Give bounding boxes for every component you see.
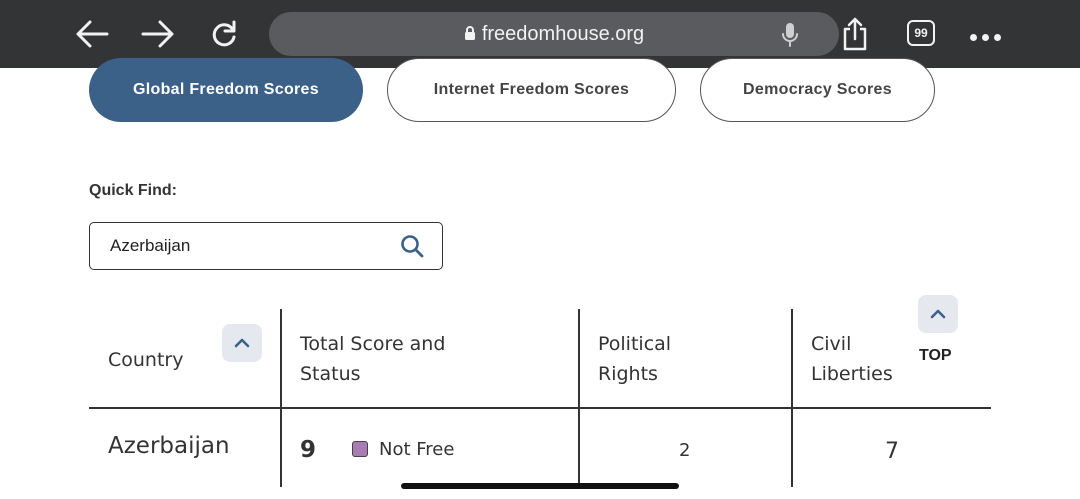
- back-arrow-icon[interactable]: [72, 14, 112, 54]
- more-icon[interactable]: [970, 26, 1006, 45]
- header-divider: [89, 407, 991, 409]
- header-political-rights-line1[interactable]: Political: [598, 329, 671, 359]
- column-divider: [578, 309, 580, 487]
- top-label[interactable]: TOP: [919, 347, 952, 365]
- header-total-score-line2[interactable]: Status: [300, 359, 361, 389]
- microphone-icon[interactable]: [781, 22, 799, 52]
- header-civil-liberties-line1[interactable]: Civil: [811, 329, 851, 359]
- column-divider: [791, 309, 793, 487]
- home-indicator: [401, 483, 679, 489]
- lock-icon: [464, 13, 476, 57]
- row-status: Not Free: [379, 439, 455, 460]
- reload-icon[interactable]: [204, 14, 244, 54]
- header-total-score-line1[interactable]: Total Score and: [300, 329, 445, 359]
- search-icon[interactable]: [400, 234, 424, 262]
- address-bar[interactable]: freedomhouse.org: [269, 12, 839, 56]
- search-input-value[interactable]: Azerbaijan: [110, 223, 190, 269]
- column-divider: [280, 309, 282, 487]
- header-political-rights-line2[interactable]: Rights: [598, 359, 658, 389]
- share-icon[interactable]: [835, 14, 875, 54]
- row-civil-liberties: 7: [885, 439, 899, 464]
- row-country-name[interactable]: Azerbaijan: [108, 433, 230, 459]
- url-text: freedomhouse.org: [481, 23, 645, 45]
- quick-find-label: Quick Find:: [89, 182, 177, 199]
- status-swatch: [352, 441, 368, 457]
- chevron-up-icon: [234, 338, 250, 348]
- header-country[interactable]: Country: [108, 345, 183, 375]
- row-political-rights: 2: [679, 440, 691, 461]
- chevron-up-icon: [930, 309, 946, 319]
- tab-global-freedom-scores[interactable]: Global Freedom Scores: [89, 58, 363, 122]
- tab-internet-freedom-scores[interactable]: Internet Freedom Scores: [387, 58, 676, 122]
- sort-country-button[interactable]: [222, 324, 262, 362]
- row-total-score: 9: [300, 437, 317, 463]
- forward-arrow-icon[interactable]: [138, 14, 178, 54]
- tabs-icon[interactable]: 99: [907, 20, 935, 46]
- header-civil-liberties-line2[interactable]: Liberties: [811, 359, 893, 389]
- tab-democracy-scores[interactable]: Democracy Scores: [700, 58, 935, 122]
- search-input[interactable]: Azerbaijan: [89, 222, 443, 270]
- back-to-top-button[interactable]: [918, 295, 958, 333]
